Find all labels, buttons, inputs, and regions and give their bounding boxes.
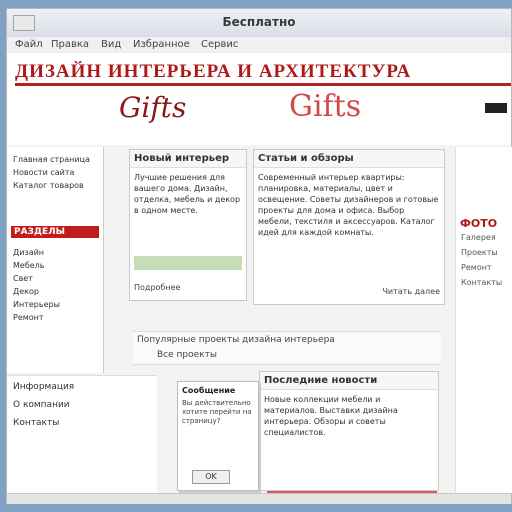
news-panel: Последние новости Новые коллекции мебели…	[259, 371, 439, 491]
menu-file[interactable]: Файл	[15, 39, 43, 50]
feature-panel-image	[134, 256, 242, 270]
message-dialog: Сообщение Вы действительно хотите перейт…	[177, 381, 259, 491]
sidebar-link[interactable]: Каталог товаров	[7, 179, 103, 192]
dialog-body: Вы действительно хотите перейти на стран…	[182, 399, 252, 425]
sidebar-item[interactable]: Декор	[7, 285, 103, 298]
feature-panel: Новый интерьер Лучшие решения для вашего…	[129, 149, 247, 301]
right-sidebar-link[interactable]: Проекты	[456, 245, 512, 260]
right-sidebar-link[interactable]: Контакты	[456, 275, 512, 290]
info-heading: Информация	[13, 382, 75, 392]
sidebar-link[interactable]: Новости сайта	[7, 166, 103, 179]
right-sidebar-link[interactable]: Галерея	[456, 230, 512, 245]
news-panel-text: Новые коллекции мебели и материалов. Выс…	[264, 395, 398, 437]
menu-tools[interactable]: Сервис	[201, 39, 238, 50]
menu-view[interactable]: Вид	[101, 39, 121, 50]
articles-panel-title: Статьи и обзоры	[254, 150, 444, 168]
feature-panel-link[interactable]: Подробнее	[134, 283, 242, 292]
menu-favorites[interactable]: Избранное	[133, 39, 190, 50]
sidebar-item[interactable]: Свет	[7, 272, 103, 285]
dialog-ok-button[interactable]: OK	[192, 470, 230, 484]
sidebar-section-header: РАЗДЕЛЫ	[11, 226, 99, 238]
sidebar-link[interactable]: Главная страница	[7, 153, 103, 166]
site-brand-banner[interactable]: ДИЗАЙН ИНТЕРЬЕРА И АРХИТЕКТУРА	[15, 61, 511, 86]
menu-edit[interactable]: Правка	[51, 39, 89, 50]
dialog-title: Сообщение	[182, 386, 236, 395]
title-bar: Бесплатно	[7, 9, 511, 38]
menu-bar: Файл Правка Вид Избранное Сервис	[7, 37, 511, 54]
articles-panel-link[interactable]: Читать далее	[258, 287, 440, 296]
sidebar-item[interactable]: Ремонт	[7, 311, 103, 324]
feature-panel-text: Лучшие решения для вашего дома. Дизайн, …	[134, 173, 241, 215]
sidebar-item[interactable]: Мебель	[7, 259, 103, 272]
info-link[interactable]: О компании	[7, 394, 157, 412]
projects-bar-link[interactable]: Все проекты	[157, 350, 217, 360]
status-bar	[7, 493, 511, 504]
sidebar-item[interactable]: Дизайн	[7, 246, 103, 259]
logo-right[interactable]: Gifts	[289, 89, 361, 124]
projects-bar-title: Популярные проекты дизайна интерьера	[137, 335, 335, 345]
header-button[interactable]	[485, 103, 507, 113]
site-masthead: ДИЗАЙН ИНТЕРЬЕРА И АРХИТЕКТУРА Gifts Gif…	[7, 53, 511, 145]
articles-panel: Статьи и обзоры Современный интерьер ква…	[253, 149, 445, 305]
sidebar-item[interactable]: Интерьеры	[7, 298, 103, 311]
right-sidebar-heading: ФОТО	[460, 217, 498, 230]
feature-panel-title: Новый интерьер	[130, 150, 246, 168]
projects-bar: Популярные проекты дизайна интерьера Все…	[133, 331, 441, 365]
right-sidebar-link[interactable]: Ремонт	[456, 260, 512, 275]
logo-left[interactable]: Gifts	[119, 91, 186, 124]
browser-window: Бесплатно Файл Правка Вид Избранное Серв…	[6, 8, 512, 504]
info-block: Информация О компании Контакты	[7, 375, 157, 494]
right-sidebar: ФОТО Галерея Проекты Ремонт Контакты	[455, 147, 512, 493]
articles-panel-text: Современный интерьер квартиры: планировк…	[258, 173, 439, 237]
news-panel-title: Последние новости	[260, 372, 438, 390]
info-link[interactable]: Контакты	[7, 412, 157, 430]
left-sidebar: Главная страница Новости сайта Каталог т…	[7, 147, 104, 373]
window-title: Бесплатно	[222, 15, 296, 29]
